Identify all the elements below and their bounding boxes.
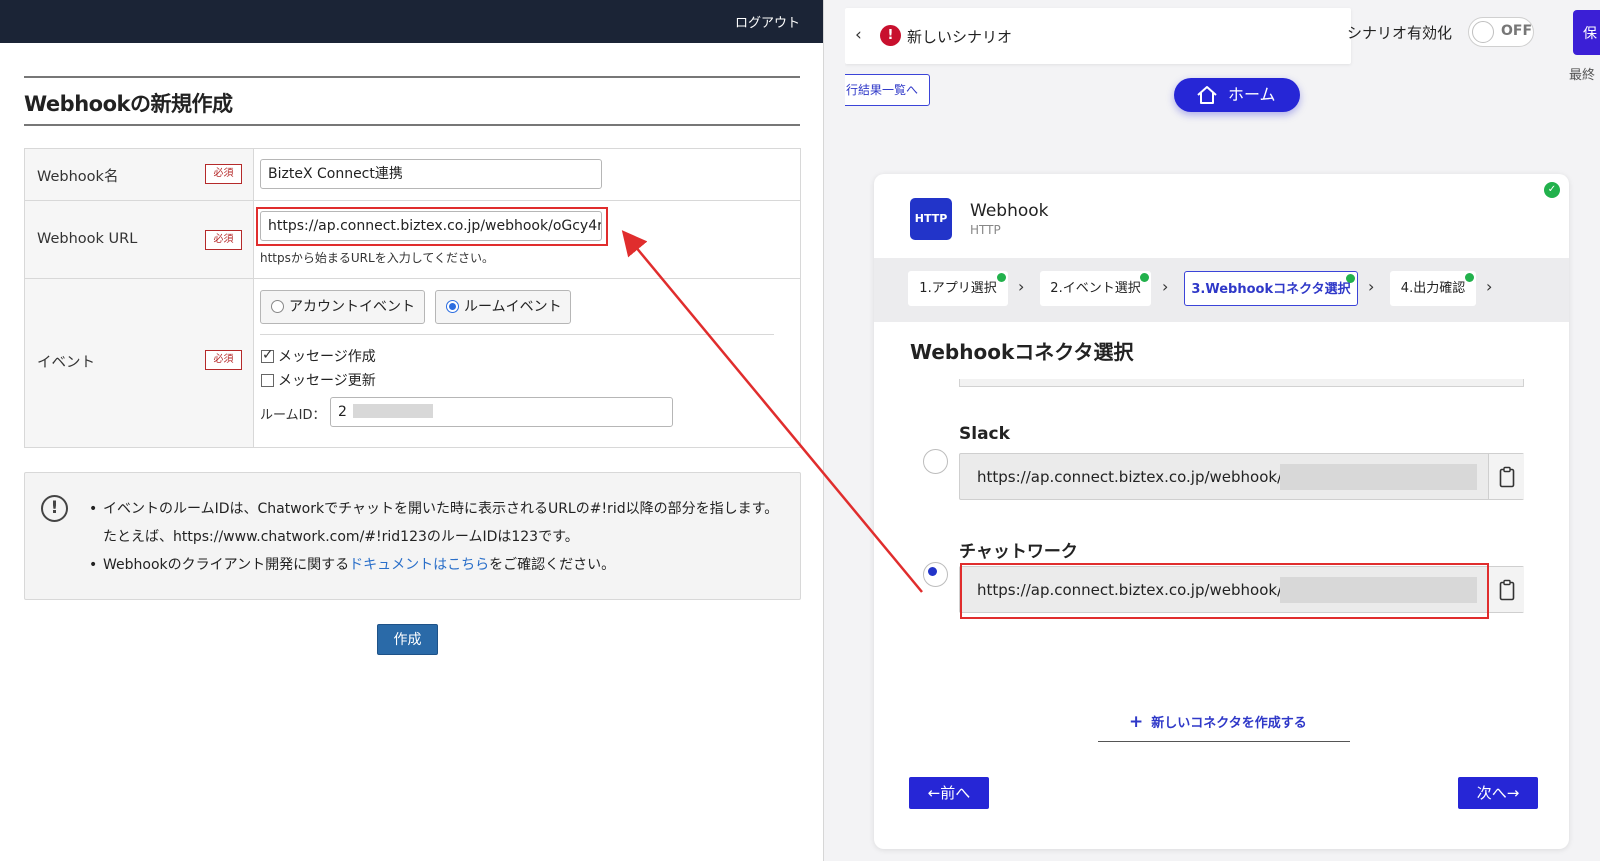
notice-list: イベントのルームIDは、Chatworkでチャットを開いた時に表示されるURLの… (89, 495, 779, 579)
next-button[interactable]: 次へ→ (1458, 777, 1538, 809)
event-row: イベント 必須 アカウントイベント ルームイベント メッセージ作成 メッセージ更… (25, 279, 800, 447)
room-event-radio[interactable]: ルームイベント (435, 290, 571, 324)
chevron-right-icon: › (1018, 277, 1025, 296)
required-badge: 必須 (205, 230, 242, 250)
plus-icon: + (1129, 712, 1144, 732)
section-title: Webhookコネクタ選択 (910, 340, 1134, 364)
url-hint: httpsから始まるURLを入力してください。 (260, 251, 494, 265)
previous-connector-field (959, 379, 1524, 387)
url-highlight-box (256, 207, 608, 246)
biztex-panel: ‹ ! 新しいシナリオ シナリオ有効化 OFF 保 最終 行結果一覧へ ホーム … (845, 0, 1600, 861)
radio-selected-icon (446, 300, 459, 313)
required-badge: 必須 (205, 350, 242, 370)
name-row: Webhook名 必須 BizteX Connect連携 (25, 149, 800, 201)
chevron-right-icon: › (1162, 277, 1169, 296)
back-chevron-icon[interactable]: ‹ (855, 25, 862, 45)
results-list-link[interactable]: 行結果一覧へ (845, 74, 930, 106)
top-bar: ログアウト (0, 0, 823, 43)
webhook-name-input[interactable]: BizteX Connect連携 (260, 159, 602, 189)
connector-radio-slack[interactable] (923, 449, 948, 474)
name-label: Webhook名 (37, 169, 119, 185)
webhook-form: Webhook名 必須 BizteX Connect連携 Webhook URL… (24, 148, 801, 448)
home-icon (1197, 86, 1217, 104)
step-done-icon (1465, 273, 1474, 282)
url-label: Webhook URL (37, 231, 138, 247)
connector-url-slack[interactable]: https://ap.connect.biztex.co.jp/webhook/… (959, 453, 1524, 500)
room-id-label: ルームID： (260, 408, 326, 423)
step-event-select[interactable]: 2.イベント選択 (1040, 271, 1151, 306)
create-button[interactable]: 作成 (377, 624, 438, 655)
step-output-confirm[interactable]: 4.出力確認 (1390, 271, 1476, 306)
step-done-icon (997, 273, 1006, 282)
save-button[interactable]: 保 (1573, 10, 1600, 55)
account-event-radio[interactable]: アカウントイベント (260, 290, 425, 324)
heading-section: Webhookの新規作成 (24, 76, 800, 126)
step-app-select[interactable]: 1.アプリ選択 (908, 271, 1008, 306)
connector-name-chatwork: チャットワーク (959, 542, 1078, 562)
clipboard-icon (1499, 466, 1515, 488)
app-name: Webhook (970, 201, 1049, 221)
masked-url (1280, 464, 1477, 490)
toggle-knob (1472, 21, 1494, 43)
notice-item: イベントのルームIDは、Chatworkでチャットを開いた時に表示されるURLの… (89, 495, 779, 551)
event-label: イベント (37, 355, 95, 371)
clipboard-icon (1499, 579, 1515, 601)
connector-name-slack: Slack (959, 424, 1010, 444)
toggle-state: OFF (1501, 23, 1533, 39)
chatwork-panel: ログアウト Webhookの新規作成 Webhook名 必須 BizteX Co… (0, 0, 824, 861)
chevron-right-icon: › (1368, 277, 1375, 296)
connector-card: ✓ HTTP Webhook HTTP 1.アプリ選択 › 2.イベント選択 ›… (874, 174, 1569, 849)
required-badge: 必須 (205, 164, 242, 184)
scenario-enable-toggle[interactable]: OFF (1468, 17, 1534, 47)
chevron-right-icon: › (1486, 277, 1493, 296)
connector-radio-chatwork[interactable] (923, 562, 948, 587)
exclamation-icon: ! (41, 495, 68, 522)
notice-box: ! イベントのルームIDは、Chatworkでチャットを開いた時に表示されるUR… (24, 472, 801, 600)
steps-bar: 1.アプリ選択 › 2.イベント選択 › 3.Webhookコネクタ選択 › 4… (874, 258, 1569, 322)
prev-button[interactable]: ←前へ (909, 777, 989, 809)
message-updated-checkbox[interactable]: メッセージ更新 (261, 370, 376, 390)
toggle-label: シナリオ有効化 (1347, 24, 1453, 42)
copy-button-chatwork[interactable] (1488, 567, 1524, 612)
http-app-icon: HTTP (910, 198, 952, 240)
checkbox-checked-icon (261, 347, 274, 363)
new-connector-link[interactable]: + 新しいコネクタを作成する (1129, 712, 1307, 732)
scenario-header: ‹ ! 新しいシナリオ (845, 8, 1351, 64)
url-row: Webhook URL 必須 https://ap.connect.biztex… (25, 201, 800, 279)
app-subtitle: HTTP (970, 223, 1001, 237)
last-updated-label: 最終 (1569, 68, 1596, 83)
step-webhook-connector[interactable]: 3.Webhookコネクタ選択 (1184, 271, 1358, 306)
masked-value (353, 404, 434, 418)
page-title: Webhookの新規作成 (24, 92, 233, 116)
checkbox-icon (261, 374, 274, 387)
step-done-icon (1140, 273, 1149, 282)
scenario-title[interactable]: 新しいシナリオ (907, 26, 1012, 47)
copy-button-slack[interactable] (1488, 454, 1524, 499)
logout-link[interactable]: ログアウト (735, 12, 800, 31)
home-button[interactable]: ホーム (1174, 78, 1300, 112)
chatwork-url-highlight-box (960, 563, 1489, 619)
success-check-icon: ✓ (1544, 182, 1560, 198)
room-id-input[interactable]: 2 (330, 397, 673, 427)
step-done-icon (1346, 274, 1355, 283)
warning-icon: ! (880, 25, 901, 46)
message-created-checkbox[interactable]: メッセージ作成 (261, 346, 376, 366)
notice-item: Webhookのクライアント開発に関するドキュメントはこちらをご確認ください。 (89, 551, 779, 579)
documentation-link[interactable]: ドキュメントはこちら (349, 557, 489, 573)
radio-icon (271, 300, 284, 313)
